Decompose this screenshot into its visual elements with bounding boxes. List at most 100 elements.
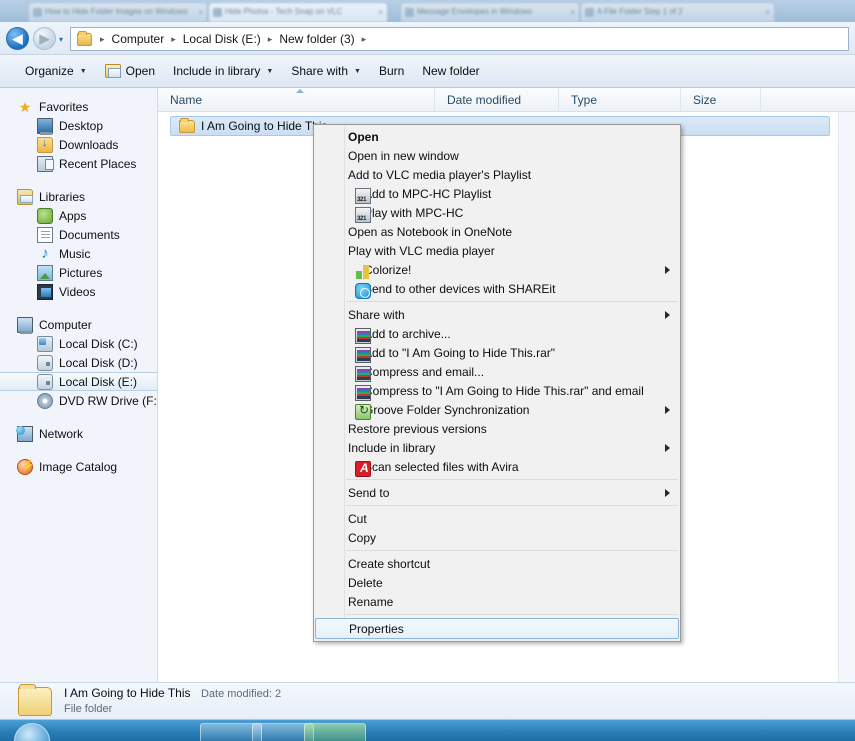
breadcrumb-separator[interactable]: ▸ xyxy=(357,34,372,45)
apps-icon xyxy=(37,207,53,224)
recent-pages-dropdown-icon[interactable]: ▾ xyxy=(59,35,63,44)
breadcrumb-item-computer[interactable]: Computer xyxy=(110,32,167,46)
context-menu-item-share-with[interactable]: Share with xyxy=(314,305,680,324)
toolbar-button-burn[interactable]: Burn xyxy=(370,59,413,84)
browser-tab-0[interactable]: How to Hide Folder Images on Windows × xyxy=(28,2,208,22)
context-menu-item-play-with-vlc[interactable]: Play with VLC media player xyxy=(314,241,680,260)
tab-favicon xyxy=(33,8,42,17)
breadcrumb-separator[interactable]: ▸ xyxy=(166,34,181,45)
context-menu-item-delete[interactable]: Delete xyxy=(314,573,680,592)
nav-label: Apps xyxy=(59,208,87,223)
open-folder-icon xyxy=(104,64,121,78)
nav-item-documents[interactable]: Documents xyxy=(0,225,157,244)
details-date-modified: Date modified: 2 xyxy=(200,688,282,700)
context-menu-item-include-in-library[interactable]: Include in library xyxy=(314,438,680,457)
close-icon[interactable]: × xyxy=(570,8,575,17)
context-menu-item-open[interactable]: Open xyxy=(314,127,680,146)
nav-label: Libraries xyxy=(39,189,86,204)
toolbar-button-new-folder[interactable]: New folder xyxy=(413,59,488,84)
winrar-icon xyxy=(355,384,371,401)
context-menu-item-add-to-archive[interactable]: Add to archive... xyxy=(314,324,680,344)
context-menu-item-add-to-mpc-hc-playlist[interactable]: Add to MPC-HC Playlist xyxy=(314,184,680,204)
context-menu-item-properties[interactable]: Properties xyxy=(315,618,679,639)
browser-tab-3[interactable]: A File Folder Step 1 of 2 × xyxy=(580,2,775,22)
nav-item-local-disk-d[interactable]: Local Disk (D:) xyxy=(0,353,157,372)
context-menu-item-add-to-rar[interactable]: Add to "I Am Going to Hide This.rar" xyxy=(314,343,680,363)
nav-label: Documents xyxy=(59,227,120,242)
context-menu-label: Create shortcut xyxy=(348,556,431,571)
nav-item-downloads[interactable]: Downloads xyxy=(0,135,157,154)
nav-item-pictures[interactable]: Pictures xyxy=(0,263,157,282)
browser-tab-label: How to Hide Folder Images on Windows xyxy=(45,7,188,16)
context-menu[interactable]: Open Open in new window Add to VLC media… xyxy=(313,124,681,642)
browser-tab-label: Message Envelopes in Windows xyxy=(417,7,533,16)
context-menu-item-open-in-new-window[interactable]: Open in new window xyxy=(314,146,680,165)
breadcrumb[interactable]: ▸ Computer ▸ Local Disk (E:) ▸ New folde… xyxy=(70,27,849,51)
browser-tab-1[interactable]: Hide Photos - Tech Snap on VLC × xyxy=(208,2,388,22)
toolbar-button-organize[interactable]: Organize ▼ xyxy=(16,59,96,84)
nav-group-network[interactable]: Network xyxy=(0,424,157,443)
nav-item-videos[interactable]: Videos xyxy=(0,282,157,301)
nav-item-recent-places[interactable]: Recent Places xyxy=(0,154,157,173)
nav-item-local-disk-c[interactable]: Local Disk (C:) xyxy=(0,334,157,353)
context-menu-item-colorize[interactable]: Colorize! xyxy=(314,260,680,279)
column-header-name[interactable]: Name xyxy=(158,88,435,111)
context-menu-item-send-to-other-devices-with-shareit[interactable]: Send to other devices with SHAREit xyxy=(314,279,680,299)
close-icon[interactable]: × xyxy=(765,8,770,17)
toolbar-label: New folder xyxy=(422,64,480,78)
context-menu-item-compress-to-rar-and-email[interactable]: Compress to "I Am Going to Hide This.rar… xyxy=(314,381,680,401)
toolbar-button-include-in-library[interactable]: Include in library ▼ xyxy=(164,59,282,84)
context-menu-item-send-to[interactable]: Send to xyxy=(314,483,680,502)
context-menu-item-compress-and-email[interactable]: Compress and email... xyxy=(314,362,680,382)
pictures-icon xyxy=(37,264,53,281)
context-menu-label: Add to archive... xyxy=(364,326,451,341)
nav-group-image-catalog[interactable]: Image Catalog xyxy=(0,457,157,476)
context-menu-item-copy[interactable]: Copy xyxy=(314,528,680,547)
context-menu-item-open-as-notebook-in-onenote[interactable]: Open as Notebook in OneNote xyxy=(314,222,680,241)
toolbar-label: Include in library xyxy=(173,64,261,78)
forward-button[interactable]: ▶ xyxy=(33,27,56,50)
nav-group-favorites[interactable]: ★ Favorites xyxy=(0,97,157,116)
context-menu-label: Add to MPC-HC Playlist xyxy=(364,186,492,201)
start-button[interactable] xyxy=(14,723,50,741)
recent-places-icon xyxy=(37,155,54,172)
context-menu-item-create-shortcut[interactable]: Create shortcut xyxy=(314,554,680,573)
browser-tab-2[interactable]: Message Envelopes in Windows × xyxy=(400,2,580,22)
column-header-size[interactable]: Size xyxy=(681,88,761,111)
navigation-pane[interactable]: ★ Favorites Desktop Downloads Recent Pla… xyxy=(0,88,158,682)
context-menu-item-groove-folder-synchronization[interactable]: Groove Folder Synchronization xyxy=(314,400,680,420)
libraries-icon xyxy=(17,188,33,205)
nav-group-computer[interactable]: Computer xyxy=(0,315,157,334)
context-menu-item-rename[interactable]: Rename xyxy=(314,592,680,611)
context-menu-item-restore-previous-versions[interactable]: Restore previous versions xyxy=(314,419,680,438)
nav-item-apps[interactable]: Apps xyxy=(0,206,157,225)
nav-group-libraries[interactable]: Libraries xyxy=(0,187,157,206)
folder-icon xyxy=(179,117,195,133)
taskbar-button-3[interactable] xyxy=(304,723,366,741)
context-menu-item-add-to-vlc-playlist[interactable]: Add to VLC media player's Playlist xyxy=(314,165,680,184)
nav-item-desktop[interactable]: Desktop xyxy=(0,116,157,135)
close-icon[interactable]: × xyxy=(378,8,383,17)
toolbar-button-share-with[interactable]: Share with ▼ xyxy=(282,59,370,84)
toolbar-button-open[interactable]: Open xyxy=(96,59,164,84)
file-list-scrollbar[interactable] xyxy=(838,112,855,682)
breadcrumb-separator[interactable]: ▸ xyxy=(263,34,278,45)
breadcrumb-item-new-folder-3[interactable]: New folder (3) xyxy=(277,32,356,46)
nav-item-music[interactable]: ♪ Music xyxy=(0,244,157,263)
context-menu-item-scan-with-avira[interactable]: Scan selected files with Avira xyxy=(314,457,680,477)
context-menu-item-cut[interactable]: Cut xyxy=(314,509,680,528)
breadcrumb-separator[interactable]: ▸ xyxy=(95,34,110,45)
column-header-type[interactable]: Type xyxy=(559,88,681,111)
mpc-hc-icon xyxy=(355,206,371,223)
nav-item-dvd-rw-drive-f[interactable]: DVD RW Drive (F:) M xyxy=(0,391,157,410)
nav-item-local-disk-e[interactable]: Local Disk (E:) xyxy=(0,372,157,391)
column-header-date-modified[interactable]: Date modified xyxy=(435,88,559,111)
close-icon[interactable]: × xyxy=(198,8,203,17)
context-menu-item-play-with-mpc-hc[interactable]: Play with MPC-HC xyxy=(314,203,680,223)
back-button[interactable]: ◀ xyxy=(6,27,29,50)
context-menu-label: Add to "I Am Going to Hide This.rar" xyxy=(364,345,556,360)
image-catalog-icon xyxy=(17,458,35,475)
submenu-arrow-icon xyxy=(665,443,670,452)
breadcrumb-item-local-disk-e[interactable]: Local Disk (E:) xyxy=(181,32,263,46)
